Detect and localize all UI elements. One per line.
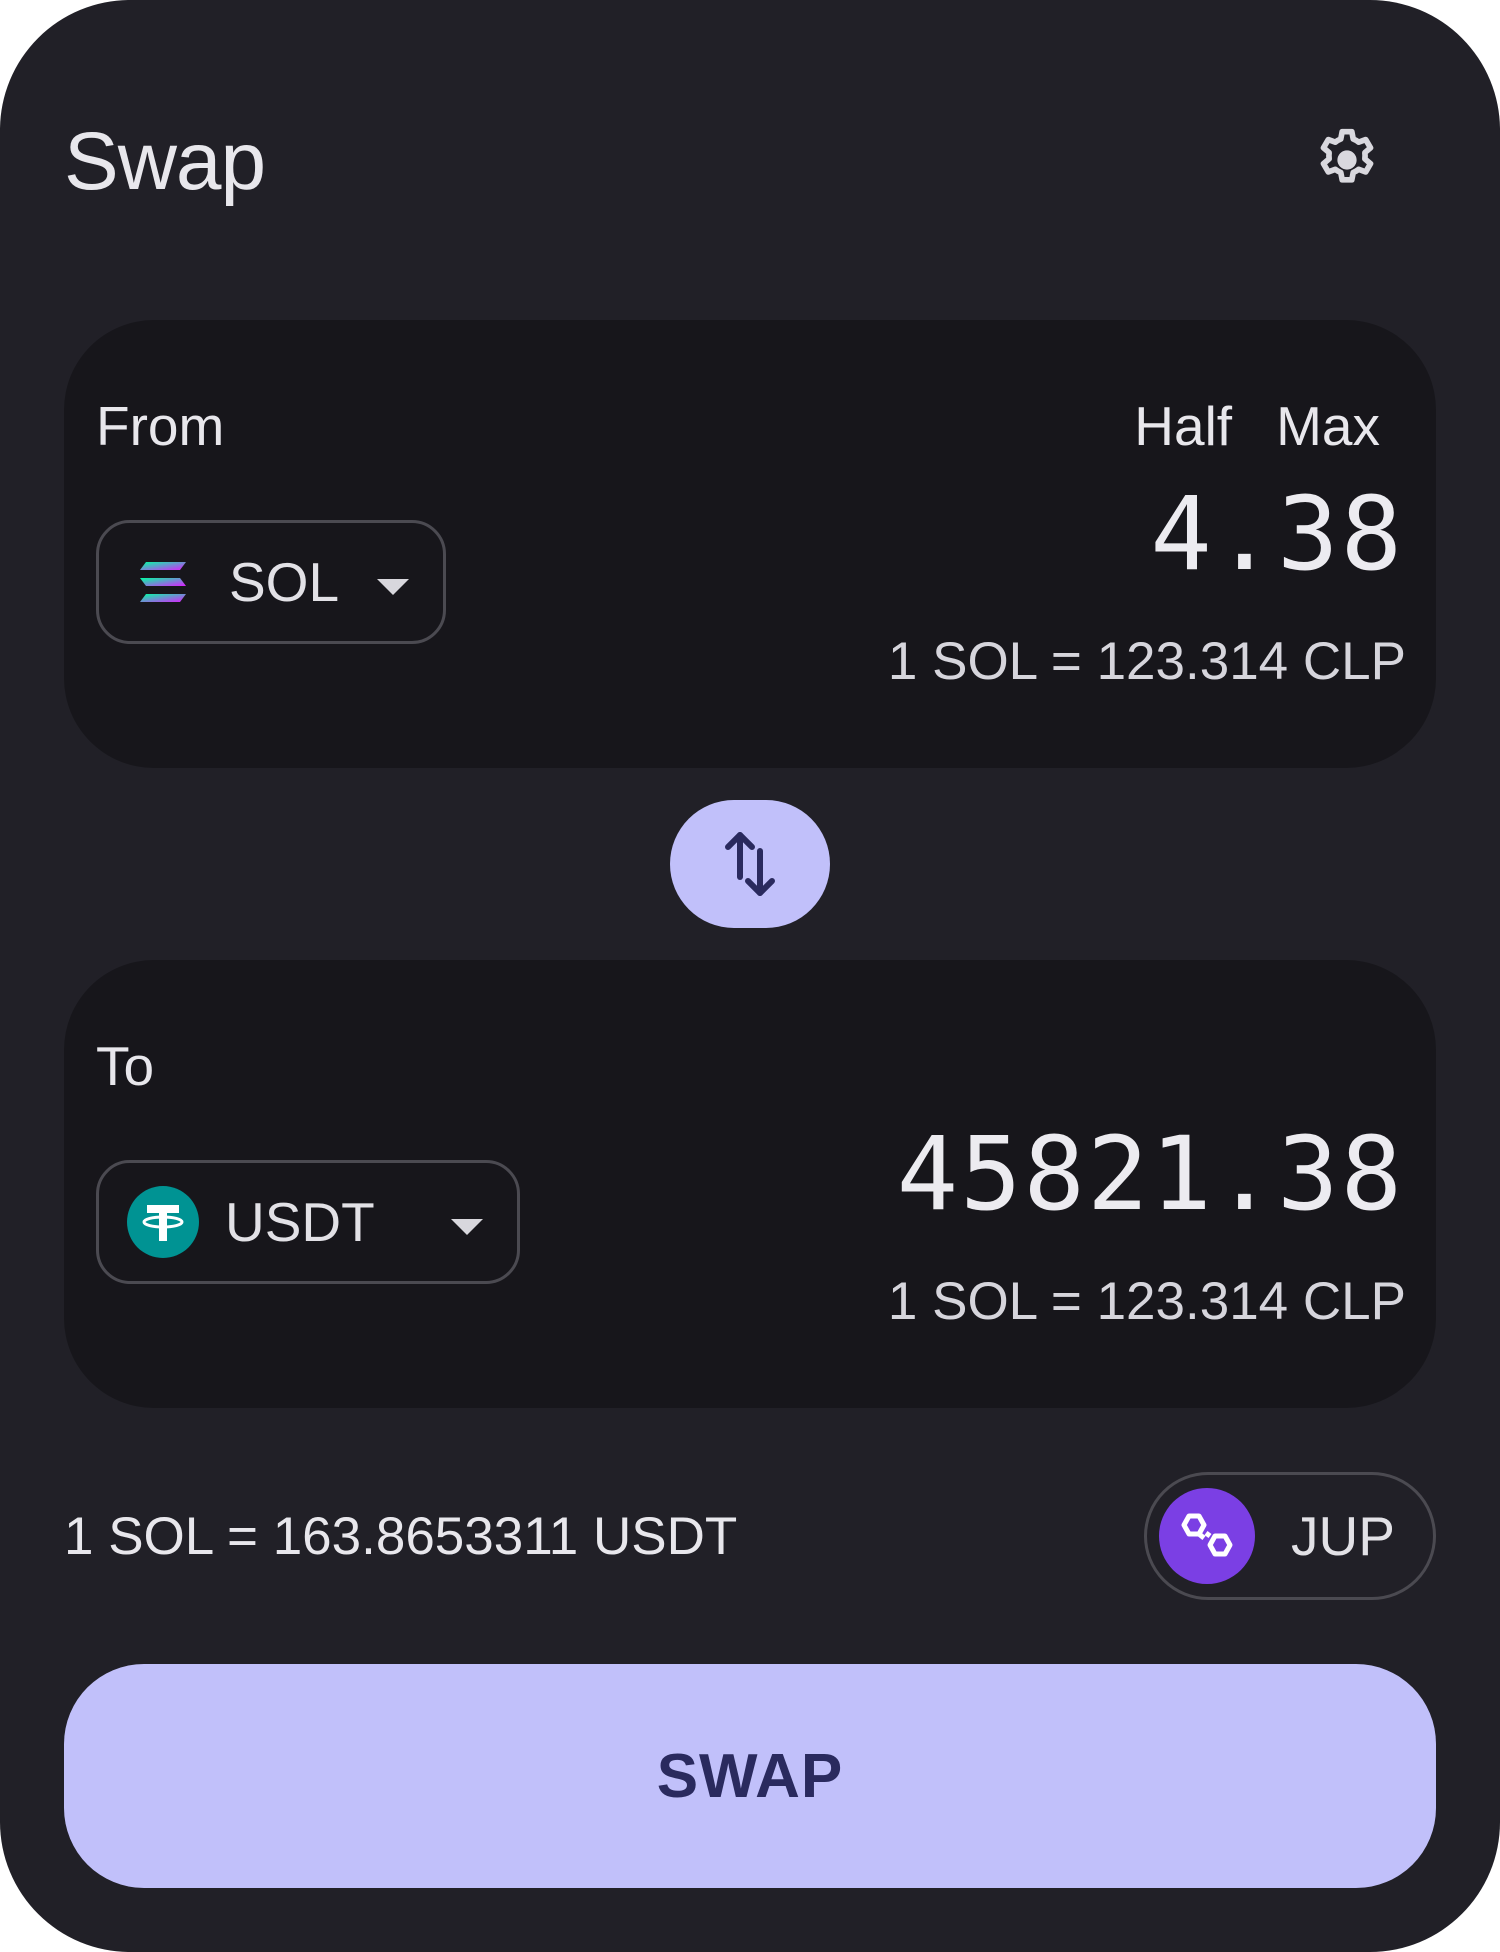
max-button[interactable]: Max	[1276, 394, 1380, 458]
route-name: JUP	[1291, 1505, 1395, 1567]
swap-button-label: SWAP	[656, 1741, 844, 1811]
amount-shortcuts: Half Max	[1134, 394, 1380, 458]
caret-down-icon	[451, 1219, 483, 1235]
route-select[interactable]: JUP	[1144, 1472, 1436, 1600]
from-token-name: SOL	[229, 551, 340, 613]
from-token-select[interactable]: SOL	[96, 520, 446, 644]
to-rate: 1 SOL = 123.314 CLP	[887, 1272, 1406, 1331]
caret-down-icon	[377, 579, 409, 595]
from-rate: 1 SOL = 123.314 CLP	[887, 632, 1406, 691]
to-token-name: USDT	[225, 1191, 375, 1253]
swap-vertical-arrows-icon	[725, 832, 775, 896]
from-amount-input[interactable]: 4.38	[1150, 470, 1404, 600]
settings-button[interactable]	[1311, 124, 1383, 196]
from-panel: From Half Max SOL 4.38 1 SOL = 123.314 C…	[64, 320, 1436, 768]
from-label: From	[96, 395, 225, 457]
swap-button[interactable]: SWAP	[64, 1664, 1436, 1888]
gear-icon	[1320, 128, 1374, 183]
exchange-rate: 1 SOL = 163.8653311 USDT	[64, 1507, 738, 1566]
to-amount-output: 45821.38	[896, 1115, 1404, 1234]
page-title: Swap	[64, 116, 266, 207]
half-button[interactable]: Half	[1134, 394, 1232, 458]
swap-card: Swap From Half Max SOL 4.38 1 SOL = 123.…	[0, 0, 1500, 1952]
solana-logo-icon	[127, 546, 199, 618]
to-token-select[interactable]: USDT	[96, 1160, 520, 1284]
polygon-logo-icon	[1159, 1488, 1255, 1584]
tether-logo-icon	[127, 1186, 199, 1258]
to-panel: To USDT 45821.38 1 SOL = 123.314 CLP	[64, 960, 1436, 1408]
to-label: To	[96, 1035, 155, 1097]
flip-tokens-button[interactable]	[670, 800, 830, 928]
